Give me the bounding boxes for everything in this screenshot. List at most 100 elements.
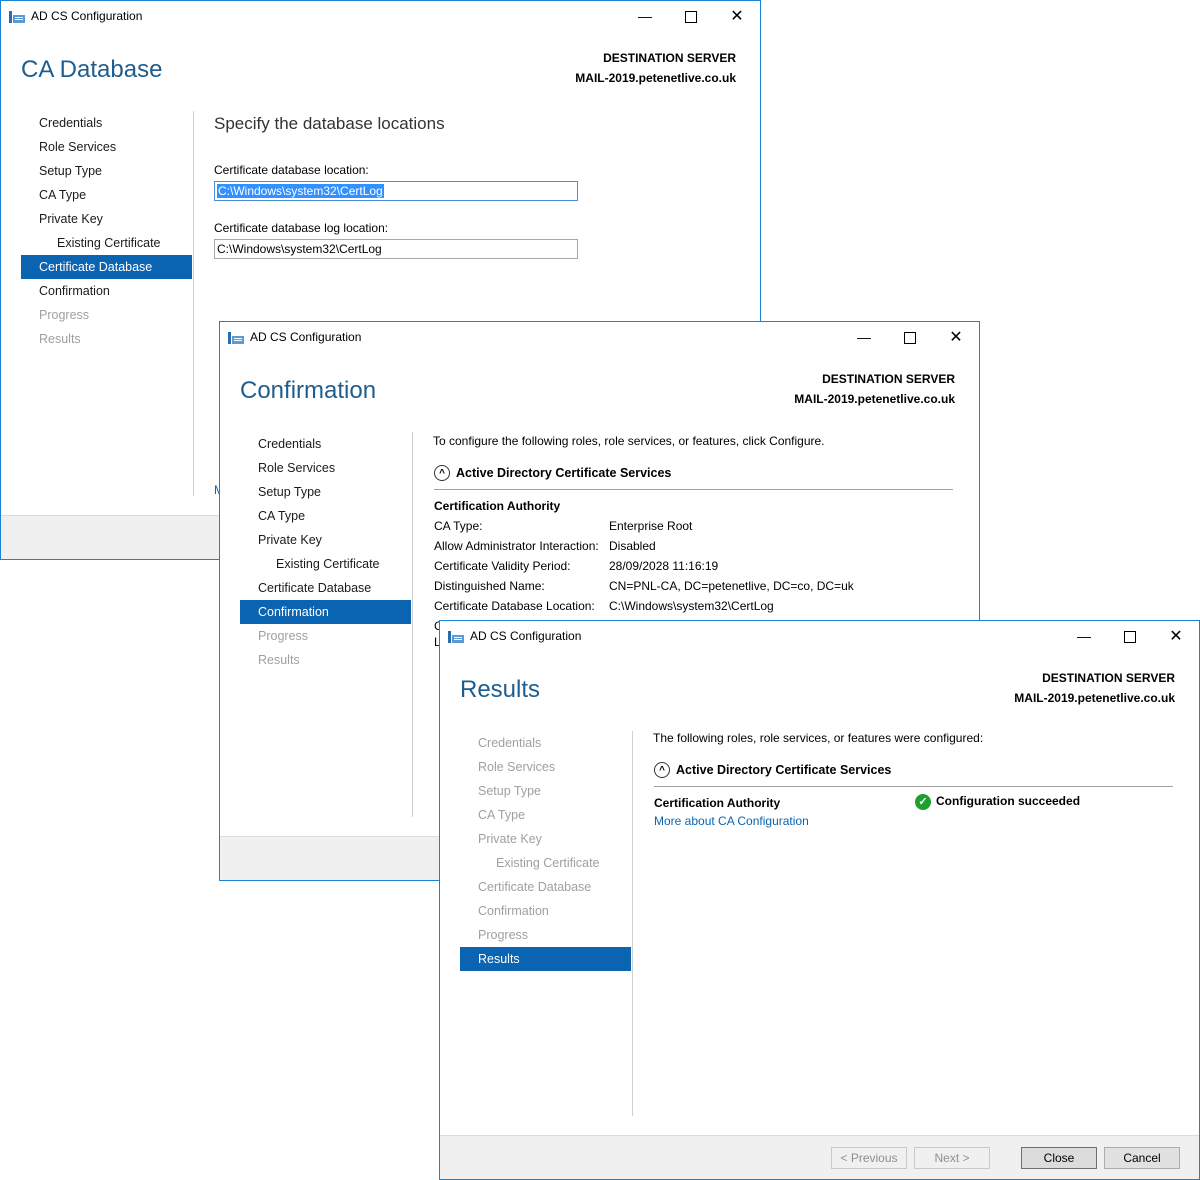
nav-item-existing-certificate[interactable]: Existing Certificate	[240, 552, 411, 576]
server-manager-icon	[9, 11, 25, 23]
detail-value: Enterprise Root	[609, 519, 693, 533]
close-window-button[interactable]: ✕	[714, 1, 760, 32]
nav-item-setup-type[interactable]: Setup Type	[21, 159, 192, 183]
destination-server-name: MAIL-2019.petenetlive.co.uk	[575, 71, 736, 85]
section-header-adcs[interactable]: ^ Active Directory Certificate Services	[434, 465, 671, 481]
nav-item-confirmation[interactable]: Confirmation	[21, 279, 192, 303]
maximize-button[interactable]	[668, 1, 714, 32]
nav-item-credentials[interactable]: Credentials	[240, 432, 411, 456]
maximize-icon	[685, 11, 697, 24]
nav-item-progress: Progress	[39, 308, 90, 322]
page-title: Confirmation	[240, 377, 377, 404]
destination-server: DESTINATION SERVER MAIL-2019.petenetlive…	[575, 48, 736, 88]
page-title: CA Database	[21, 56, 163, 83]
section-rule	[654, 786, 1173, 787]
nav-item-private-key: Private Key	[478, 832, 542, 846]
nav-item-role-services[interactable]: Role Services	[240, 456, 411, 480]
confirmation-intro: To configure the following roles, role s…	[433, 434, 825, 448]
page-title: Results	[460, 676, 541, 703]
log-location-input[interactable]: C:\Windows\system32\CertLog	[214, 239, 578, 259]
minimize-button[interactable]: —	[1061, 621, 1107, 652]
detail-value: 28/09/2028 11:16:19	[609, 559, 719, 573]
window-results[interactable]: AD CS Configuration — ✕ Results DESTINAT…	[439, 620, 1200, 1180]
nav-item-role-services: Role Services	[478, 760, 556, 774]
nav-item-progress: Progress	[258, 629, 309, 643]
nav-item-certificate-database[interactable]: Certificate Database	[21, 255, 192, 279]
close-icon: ✕	[1169, 628, 1183, 645]
nav-item-confirmation: Confirmation	[478, 904, 549, 918]
destination-server: DESTINATION SERVER MAIL-2019.petenetlive…	[794, 369, 955, 409]
nav-item-results: Results	[258, 653, 300, 667]
nav-item-ca-type[interactable]: CA Type	[240, 504, 411, 528]
detail-value: C:\Windows\system32\CertLog	[609, 599, 774, 613]
detail-value: Disabled	[609, 539, 656, 553]
nav-item-role-services[interactable]: Role Services	[21, 135, 192, 159]
nav-item-results[interactable]: Results	[460, 947, 631, 971]
success-check-icon: ✓	[915, 794, 931, 810]
cancel-button[interactable]: Cancel	[1104, 1147, 1180, 1169]
group-title: Certification Authority	[654, 796, 781, 810]
title-bar[interactable]: AD CS Configuration — ✕	[1, 1, 760, 32]
server-manager-icon	[228, 332, 244, 344]
detail-key: Certificate Database Location:	[434, 599, 595, 613]
db-location-input[interactable]: C:\Windows\system32\CertLog	[214, 181, 578, 201]
previous-button[interactable]: < Previous	[831, 1147, 907, 1169]
wizard-nav: Credentials Role Services Setup Type CA …	[21, 111, 192, 351]
section-header-adcs[interactable]: ^ Active Directory Certificate Services	[654, 762, 891, 778]
detail-key: CA Type:	[434, 519, 483, 533]
section-title: Active Directory Certificate Services	[456, 466, 672, 480]
nav-item-confirmation[interactable]: Confirmation	[240, 600, 411, 624]
detail-key: Allow Administrator Interaction:	[434, 539, 599, 553]
minimize-icon: —	[638, 8, 652, 24]
wizard-nav: Credentials Role Services Setup Type CA …	[460, 731, 631, 971]
window-title: AD CS Configuration	[31, 9, 143, 23]
title-bar[interactable]: AD CS Configuration — ✕	[220, 322, 979, 353]
nav-item-existing-certificate[interactable]: Existing Certificate	[21, 231, 192, 255]
maximize-button[interactable]	[1107, 621, 1153, 652]
close-window-button[interactable]: ✕	[1153, 621, 1199, 652]
minimize-button[interactable]: —	[622, 1, 668, 32]
nav-divider	[632, 731, 633, 1116]
collapse-chevron-icon[interactable]: ^	[654, 762, 670, 778]
nav-divider	[193, 111, 194, 496]
detail-key: Distinguished Name:	[434, 579, 545, 593]
destination-server-name: MAIL-2019.petenetlive.co.uk	[794, 392, 955, 406]
destination-label: DESTINATION SERVER	[603, 51, 736, 65]
nav-item-setup-type: Setup Type	[478, 784, 542, 798]
nav-item-private-key[interactable]: Private Key	[240, 528, 411, 552]
more-about-ca-link[interactable]: More about CA Configuration	[654, 814, 809, 828]
log-location-label: Certificate database log location:	[214, 221, 389, 235]
close-icon: ✕	[730, 8, 744, 25]
window-title: AD CS Configuration	[250, 330, 362, 344]
db-location-label: Certificate database location:	[214, 163, 369, 177]
section-title: Active Directory Certificate Services	[676, 763, 892, 777]
nav-divider	[412, 432, 413, 817]
minimize-icon: —	[857, 329, 871, 345]
close-button[interactable]: Close	[1021, 1147, 1097, 1169]
next-button[interactable]: Next >	[914, 1147, 990, 1169]
destination-server-name: MAIL-2019.petenetlive.co.uk	[1014, 691, 1175, 705]
nav-item-ca-type: CA Type	[478, 808, 526, 822]
maximize-icon	[1124, 631, 1136, 644]
minimize-button[interactable]: —	[841, 322, 887, 353]
close-icon: ✕	[949, 329, 963, 346]
nav-item-certificate-database: Certificate Database	[478, 880, 592, 894]
nav-item-ca-type[interactable]: CA Type	[21, 183, 192, 207]
collapse-chevron-icon[interactable]: ^	[434, 465, 450, 481]
db-location-value: C:\Windows\system32\CertLog	[217, 184, 384, 198]
nav-item-existing-certificate: Existing Certificate	[496, 856, 600, 870]
group-title: Certification Authority	[434, 499, 561, 513]
destination-label: DESTINATION SERVER	[1042, 671, 1175, 685]
results-intro: The following roles, role services, or f…	[653, 731, 984, 745]
nav-item-certificate-database[interactable]: Certificate Database	[240, 576, 411, 600]
status-cell: ✓ Configuration succeeded	[915, 794, 1080, 810]
wizard-nav: Credentials Role Services Setup Type CA …	[240, 432, 411, 672]
title-bar[interactable]: AD CS Configuration — ✕	[440, 621, 1199, 652]
window-title: AD CS Configuration	[470, 629, 582, 643]
maximize-button[interactable]	[887, 322, 933, 353]
nav-item-credentials[interactable]: Credentials	[21, 111, 192, 135]
nav-item-setup-type[interactable]: Setup Type	[240, 480, 411, 504]
nav-item-private-key[interactable]: Private Key	[21, 207, 192, 231]
detail-key: Certificate Validity Period:	[434, 559, 571, 573]
close-window-button[interactable]: ✕	[933, 322, 979, 353]
